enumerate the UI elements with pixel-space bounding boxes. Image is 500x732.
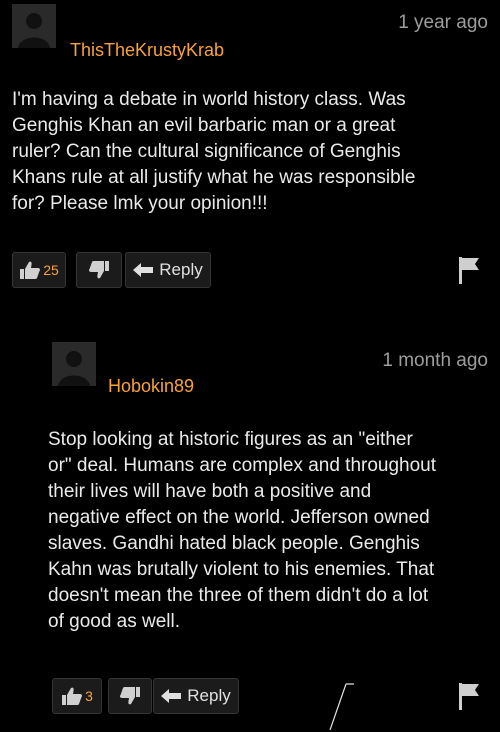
username[interactable]: Hobokin89 xyxy=(108,376,194,396)
reply-arrow-icon xyxy=(133,263,154,277)
avatar[interactable] xyxy=(52,342,96,386)
like-count: 25 xyxy=(43,262,59,278)
flag-icon[interactable] xyxy=(457,681,481,711)
comment-actions: 25 Reply xyxy=(12,252,492,290)
thumbs-down-icon xyxy=(120,687,140,705)
reply-arrow-icon xyxy=(161,689,182,703)
dislike-button[interactable] xyxy=(108,678,152,714)
reply-label: Reply xyxy=(159,260,203,279)
timestamp: 1 month ago xyxy=(382,350,488,371)
reply-button[interactable]: Reply xyxy=(125,252,211,288)
reply-label: Reply xyxy=(187,686,231,705)
flag-icon[interactable] xyxy=(457,255,481,285)
like-count: 3 xyxy=(85,688,93,704)
dislike-button[interactable] xyxy=(76,252,122,288)
user-silhouette-icon xyxy=(12,4,56,48)
decorative-line xyxy=(329,683,354,731)
comment-text: I'm having a debate in world history cla… xyxy=(12,89,416,214)
comment-text: Stop looking at historic figures as an "… xyxy=(48,429,437,632)
reply-comment: Hobokin89 1 month ago Stop looking at hi… xyxy=(0,330,500,728)
timestamp: 1 year ago xyxy=(398,12,488,33)
like-button[interactable]: 25 xyxy=(12,252,66,288)
comment-actions: 3 Reply xyxy=(52,678,492,716)
thumbs-up-icon xyxy=(62,687,83,705)
reply-button[interactable]: Reply xyxy=(153,678,239,714)
avatar[interactable] xyxy=(12,4,56,48)
comment: ThisTheKrustyKrab 1 year ago I'm having … xyxy=(0,0,500,300)
username[interactable]: ThisTheKrustyKrab xyxy=(70,40,224,60)
thumbs-up-icon xyxy=(20,261,41,279)
like-button[interactable]: 3 xyxy=(52,678,102,714)
user-silhouette-icon xyxy=(52,342,96,386)
thumbs-down-icon xyxy=(89,261,109,279)
